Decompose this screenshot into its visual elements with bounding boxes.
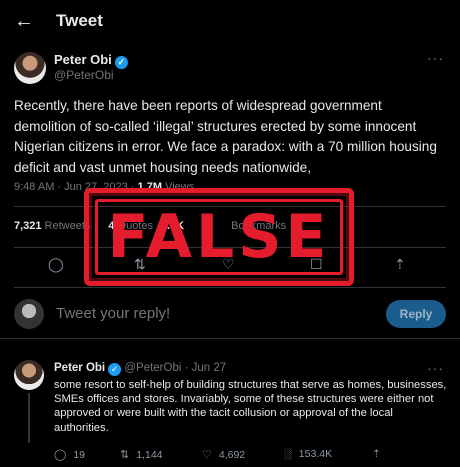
reply-icon: ◯ (54, 449, 67, 461)
retweets-stat[interactable]: 7,321 Retweets (14, 220, 90, 232)
tweet-text: Recently, there have been reports of wid… (14, 98, 437, 175)
reply-actions: ◯ 19 ⇅ 1,144 ♡ 4,692 ░ 153.4K ⇡ (0, 448, 460, 462)
reply-author-handle[interactable]: @PeterObi (124, 362, 181, 374)
views-icon: ░ (284, 448, 292, 460)
more-options-icon[interactable]: ··· (427, 50, 444, 66)
reply-date[interactable]: · Jun 27 (185, 362, 227, 374)
reply-text: some resort to self-help of building str… (54, 379, 447, 434)
like-icon: ♡ (202, 449, 212, 461)
share-icon[interactable]: ⇡ (372, 448, 381, 460)
stamp-label: FALSE (107, 202, 331, 272)
views-count-button[interactable]: ░ 153.4K (284, 448, 332, 460)
reply-author-name[interactable]: Peter Obi (54, 362, 105, 374)
author-name[interactable]: Peter Obi ✓ (54, 52, 128, 69)
top-bar: ← Tweet (0, 0, 460, 44)
retweet-count-button[interactable]: ⇅ 1,144 (120, 448, 163, 461)
verified-badge-icon: ✓ (114, 56, 128, 69)
author-avatar[interactable] (14, 52, 46, 84)
back-arrow-icon[interactable]: ← (14, 10, 34, 33)
thread-line (28, 393, 30, 443)
author-handle[interactable]: @PeterObi (54, 68, 114, 82)
reply-input[interactable]: Tweet your reply! (56, 305, 170, 322)
reply-count-button[interactable]: ◯ 19 (54, 448, 85, 461)
retweet-icon: ⇅ (120, 449, 130, 461)
share-icon[interactable]: ⇡ (394, 256, 406, 273)
reply-button[interactable]: Reply (386, 300, 446, 328)
user-avatar[interactable] (14, 299, 44, 329)
verified-badge-icon: ✓ (108, 363, 122, 376)
divider (14, 287, 446, 288)
reply-author-avatar[interactable] (14, 360, 44, 390)
divider (0, 338, 460, 339)
reply-author-line: Peter Obi ✓ @PeterObi · Jun 27 (54, 362, 226, 376)
page-title: Tweet (56, 11, 103, 30)
like-count-button[interactable]: ♡ 4,692 (202, 448, 245, 461)
reply-icon[interactable]: ◯ (48, 256, 64, 273)
false-stamp: FALSE (84, 188, 354, 286)
more-options-icon[interactable]: ··· (427, 360, 444, 376)
